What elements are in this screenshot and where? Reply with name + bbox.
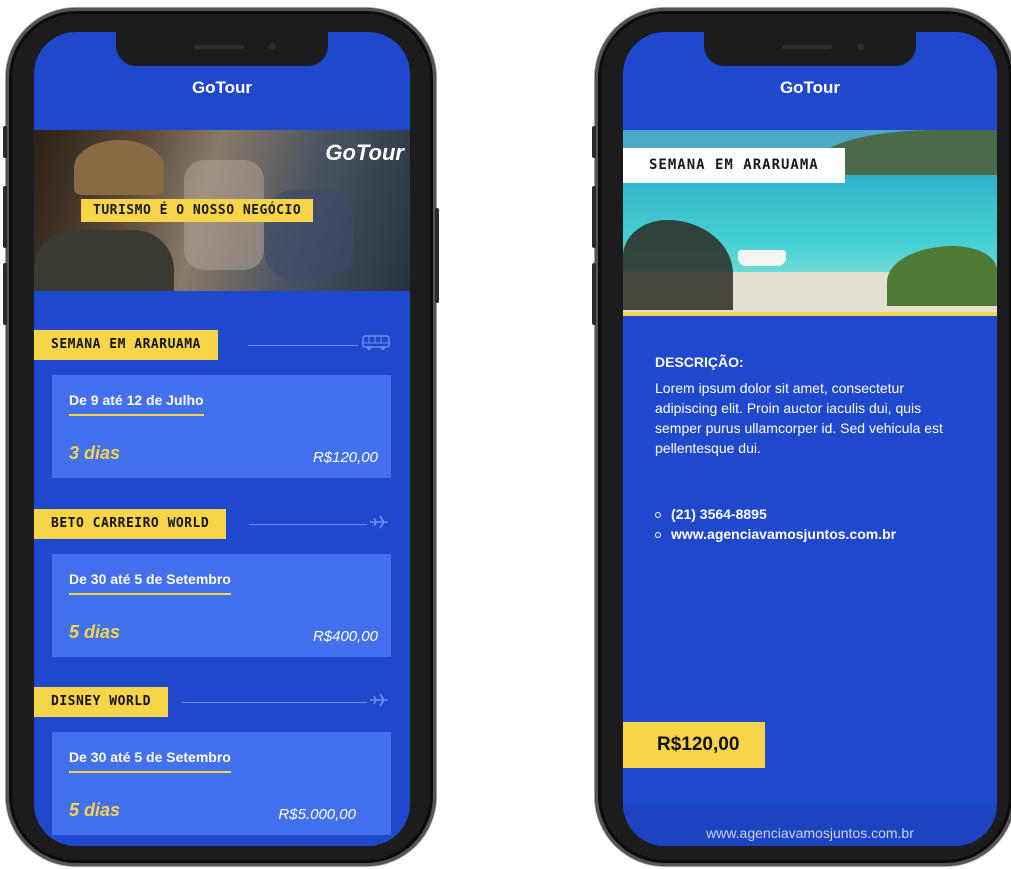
bullet-icon: [655, 532, 661, 539]
tour-days: 5 dias: [69, 800, 121, 820]
hero-banner: GoTour TURISMO É O NOSSO NEGÓCIO: [34, 130, 410, 291]
tour-label-disney[interactable]: DISNEY WORLD: [34, 687, 168, 717]
tour-label-araruama[interactable]: SEMANA EM ARARUAMA: [34, 330, 218, 360]
hero-photo-araruama: SEMANA EM ARARUAMA: [623, 130, 997, 316]
tour-divider: [182, 702, 367, 703]
price-tag: R$120,00: [623, 722, 766, 768]
hero-title: SEMANA EM ARARUAMA: [623, 148, 845, 183]
phone-frame-right: GoTour SEMANA EM ARARUAMA DESCRIÇÃO: Lor…: [592, 8, 1011, 866]
phone-number: (21) 3564-8895: [671, 506, 767, 522]
notch: [116, 32, 328, 66]
bus-icon: [362, 335, 390, 355]
contact-list: (21) 3564-8895 www.agenciavamosjuntos.co…: [655, 506, 896, 546]
screen-tour-list: GoTour GoTour TURISMO É O NOSSO NEGÓCIO …: [34, 32, 410, 846]
silent-switch: [592, 126, 596, 158]
tour-price: R$5.000,00: [278, 806, 356, 823]
volume-down-button: [3, 263, 7, 325]
footer-url[interactable]: www.agenciavamosjuntos.com.br: [623, 804, 997, 846]
phone-frame-left: GoTour GoTour TURISMO É O NOSSO NEGÓCIO …: [3, 8, 439, 866]
tour-days: 3 dias: [69, 443, 121, 463]
silent-switch: [3, 126, 7, 158]
tour-card-beto-carreiro[interactable]: De 30 até 5 de Setembro 5 dias R$400,00: [52, 554, 391, 657]
tour-card-disney[interactable]: De 30 até 5 de Setembro 5 dias R$5.000,0…: [52, 732, 391, 835]
tour-divider: [249, 524, 367, 525]
volume-up-button: [3, 186, 7, 248]
tour-dates: De 30 até 5 de Setembro: [69, 571, 231, 595]
tour-dates: De 9 até 12 de Julho: [69, 392, 204, 416]
website-link: www.agenciavamosjuntos.com.br: [671, 526, 897, 542]
volume-down-button: [592, 263, 596, 325]
tour-dates: De 30 até 5 de Setembro: [69, 749, 231, 773]
description-text: Lorem ipsum dolor sit amet, consectetur …: [655, 380, 943, 456]
airplane-icon: [368, 514, 390, 534]
bullet-icon: [655, 512, 661, 519]
tour-days: 5 dias: [69, 622, 121, 642]
airplane-icon: [368, 692, 390, 712]
notch: [704, 32, 916, 66]
tour-divider: [248, 345, 358, 346]
tour-card-araruama[interactable]: De 9 até 12 de Julho 3 dias R$120,00: [52, 375, 391, 478]
volume-up-button: [592, 186, 596, 248]
power-button: [435, 208, 439, 303]
hero-tagline: TURISMO É O NOSSO NEGÓCIO: [81, 199, 314, 222]
contact-website[interactable]: www.agenciavamosjuntos.com.br: [655, 526, 896, 542]
screen-tour-detail: GoTour SEMANA EM ARARUAMA DESCRIÇÃO: Lor…: [623, 32, 997, 846]
tour-label-beto-carreiro[interactable]: BETO CARREIRO WORLD: [34, 509, 227, 539]
contact-phone[interactable]: (21) 3564-8895: [655, 506, 896, 522]
tour-price: R$400,00: [312, 628, 378, 645]
description-heading: DESCRIÇÃO:: [655, 354, 744, 370]
tour-price: R$120,00: [312, 449, 378, 466]
gotour-logo: GoTour: [325, 140, 404, 165]
